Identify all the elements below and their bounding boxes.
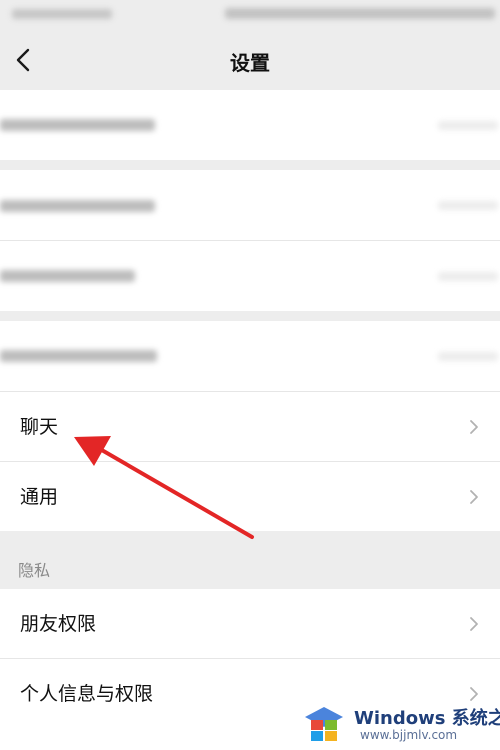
general-setting-row[interactable]: 通用 — [0, 462, 500, 532]
chat-label: 聊天 — [20, 416, 59, 438]
chevron-right-icon — [470, 490, 478, 504]
windows-logo-icon — [305, 707, 343, 741]
blurred-label — [0, 350, 157, 362]
watermark: Windows 系统之家 www.bjjmlv.com — [296, 702, 500, 746]
watermark-title: Windows 系统之家 — [354, 708, 500, 729]
blurred-value — [438, 201, 498, 210]
blurred-setting-row-1[interactable] — [0, 90, 500, 160]
blurred-value — [438, 352, 498, 361]
blurred-setting-row-3[interactable] — [0, 241, 500, 311]
blurred-label — [0, 200, 155, 212]
page-title: 设置 — [230, 51, 270, 75]
status-bar-right-blurred — [225, 8, 495, 19]
chevron-right-icon — [470, 420, 478, 434]
blurred-setting-row-4[interactable] — [0, 321, 500, 391]
personal-info-label: 个人信息与权限 — [20, 683, 154, 705]
blurred-label — [0, 270, 135, 282]
friend-permissions-row[interactable]: 朋友权限 — [0, 589, 500, 659]
blurred-value — [438, 121, 498, 130]
chevron-right-icon — [470, 687, 478, 701]
status-bar — [0, 0, 500, 30]
general-label: 通用 — [20, 486, 59, 508]
privacy-section-label: 隐私 — [18, 561, 51, 580]
chat-setting-row[interactable]: 聊天 — [0, 392, 500, 462]
blurred-value — [438, 272, 498, 281]
chevron-right-icon — [470, 617, 478, 631]
friend-permissions-label: 朋友权限 — [20, 613, 97, 635]
watermark-url: www.bjjmlv.com — [360, 728, 458, 742]
status-bar-left-blurred — [12, 9, 112, 19]
blurred-label — [0, 119, 155, 131]
blurred-setting-row-2[interactable] — [0, 170, 500, 240]
privacy-section-header: 隐私 — [0, 531, 500, 589]
nav-bar: 设置 — [0, 30, 500, 90]
